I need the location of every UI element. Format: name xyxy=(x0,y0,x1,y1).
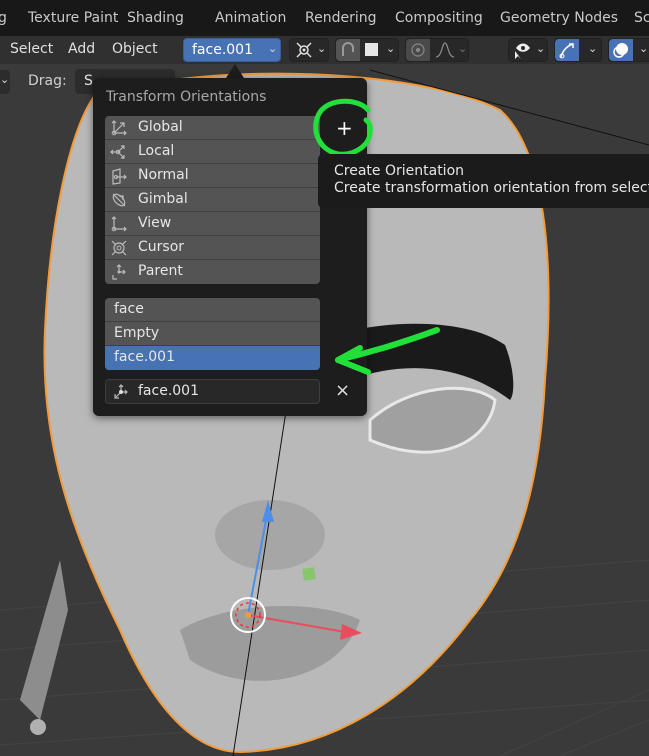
tool-options-dropdown[interactable]: ⌄ xyxy=(0,70,10,94)
orientation-label: Empty xyxy=(114,325,160,341)
transform-orientation-dropdown[interactable]: face.001 ⌄ xyxy=(183,38,281,62)
pivot-point-icon xyxy=(296,42,312,58)
orientation-label: Global xyxy=(138,119,183,135)
menu-object[interactable]: Object xyxy=(112,41,158,57)
popup-title: Transform Orientations xyxy=(106,89,267,105)
orientation-local-icon xyxy=(110,145,125,159)
snap-target-icon[interactable] xyxy=(365,43,378,56)
orientation-global[interactable]: Global xyxy=(105,116,320,140)
snap-icon xyxy=(342,42,354,56)
chevron-down-icon: ⌄ xyxy=(0,73,10,86)
chevron-down-icon: ⌄ xyxy=(588,42,598,55)
popup-pointer xyxy=(226,64,244,78)
armature-bone xyxy=(20,560,68,720)
proportional-edit-icon xyxy=(411,43,425,57)
orientation-cursor[interactable]: Cursor xyxy=(105,236,320,260)
chevron-down-icon: ⌄ xyxy=(639,42,649,55)
orientation-label: Local xyxy=(138,143,175,159)
orientation-dropdown-value: face.001 xyxy=(192,42,253,58)
chevron-down-icon: ⌄ xyxy=(268,42,278,55)
gizmo-icon xyxy=(559,43,574,59)
snap-group: ⌄ xyxy=(335,38,399,62)
create-orientation-tooltip: Create Orientation Create transformation… xyxy=(318,154,649,208)
orientation-global-icon xyxy=(111,120,127,136)
tab-geometry-nodes[interactable]: Geometry Nodes xyxy=(500,10,618,26)
tooltip-title: Create Orientation xyxy=(334,163,465,179)
orientation-normal[interactable]: Normal xyxy=(105,164,320,188)
custom-orientations-list: face Empty face.001 xyxy=(105,298,320,370)
orientation-normal-icon xyxy=(112,168,127,185)
tab-texture-paint[interactable]: Texture Paint xyxy=(28,10,118,26)
falloff-icon[interactable] xyxy=(434,40,456,60)
orientation-label: Parent xyxy=(138,263,183,279)
orientation-label: face.001 xyxy=(114,349,175,365)
overlay-toggle[interactable] xyxy=(609,39,633,61)
proportional-edit-toggle[interactable] xyxy=(406,39,430,61)
workspace-tabs-bar: g Texture Paint Shading Animation Render… xyxy=(0,0,649,36)
custom-orientation-face-001[interactable]: face.001 xyxy=(105,346,320,370)
tab-workspace-partial[interactable]: g xyxy=(0,10,7,26)
orientation-local[interactable]: Local xyxy=(105,140,320,164)
chevron-down-icon: ⌄ xyxy=(386,42,396,55)
chevron-down-icon: ⌄ xyxy=(536,42,546,55)
orientation-custom-icon xyxy=(114,384,128,399)
orientation-label: View xyxy=(138,215,172,231)
menu-add[interactable]: Add xyxy=(68,41,95,57)
orientation-view-icon xyxy=(111,216,127,232)
yz-plane-handle xyxy=(302,567,316,581)
orientation-name-value: face.001 xyxy=(138,383,199,399)
proportional-edit-group: ⌄ xyxy=(405,38,469,62)
pivot-point-dropdown[interactable]: ⌄ xyxy=(289,38,329,62)
orientation-label: face xyxy=(114,301,144,317)
tab-shading[interactable]: Shading xyxy=(127,10,184,26)
tab-rendering[interactable]: Rendering xyxy=(305,10,377,26)
snap-toggle[interactable] xyxy=(336,39,360,61)
orientation-label: Normal xyxy=(138,167,189,183)
drag-value: S xyxy=(84,73,93,89)
tooltip-description: Create transformation orientation from s… xyxy=(334,180,649,196)
chevron-down-icon: ⌄ xyxy=(317,42,327,55)
orientation-gimbal[interactable]: Gimbal xyxy=(105,188,320,212)
tab-scripting-partial[interactable]: Sc xyxy=(634,10,649,26)
orientation-parent[interactable]: Parent xyxy=(105,260,320,284)
annotation-arrow xyxy=(335,327,440,375)
custom-orientation-empty[interactable]: Empty xyxy=(105,322,320,346)
tab-animation[interactable]: Animation xyxy=(215,10,286,26)
orientation-parent-icon xyxy=(112,264,126,280)
orientation-cursor-icon xyxy=(111,240,127,256)
tab-compositing[interactable]: Compositing xyxy=(395,10,483,26)
gizmo-group: ⌄ xyxy=(554,38,602,62)
chevron-down-icon: ⌄ xyxy=(458,42,468,55)
viewport-header: Select Add Object face.001 ⌄ ⌄ ⌄ ⌄ ⌄ ⌄ ⌄ xyxy=(0,36,649,64)
drag-label: Drag: xyxy=(28,73,67,89)
overlay-group: ⌄ xyxy=(608,38,649,62)
orientation-gimbal-icon xyxy=(112,193,126,207)
gizmo-toggle[interactable] xyxy=(555,39,579,61)
builtin-orientations-list: Global Local Normal Gimbal View Cursor P… xyxy=(105,116,320,284)
menu-select[interactable]: Select xyxy=(10,41,53,57)
visibility-icon xyxy=(515,43,530,59)
overlay-icon xyxy=(613,43,628,58)
custom-orientation-face[interactable]: face xyxy=(105,298,320,322)
selectability-visibility-dropdown[interactable]: ⌄ xyxy=(508,38,548,62)
orientation-view[interactable]: View xyxy=(105,212,320,236)
orientation-label: Gimbal xyxy=(138,191,188,207)
orientation-label: Cursor xyxy=(138,239,185,255)
orientation-name-field[interactable]: face.001 xyxy=(105,379,320,404)
